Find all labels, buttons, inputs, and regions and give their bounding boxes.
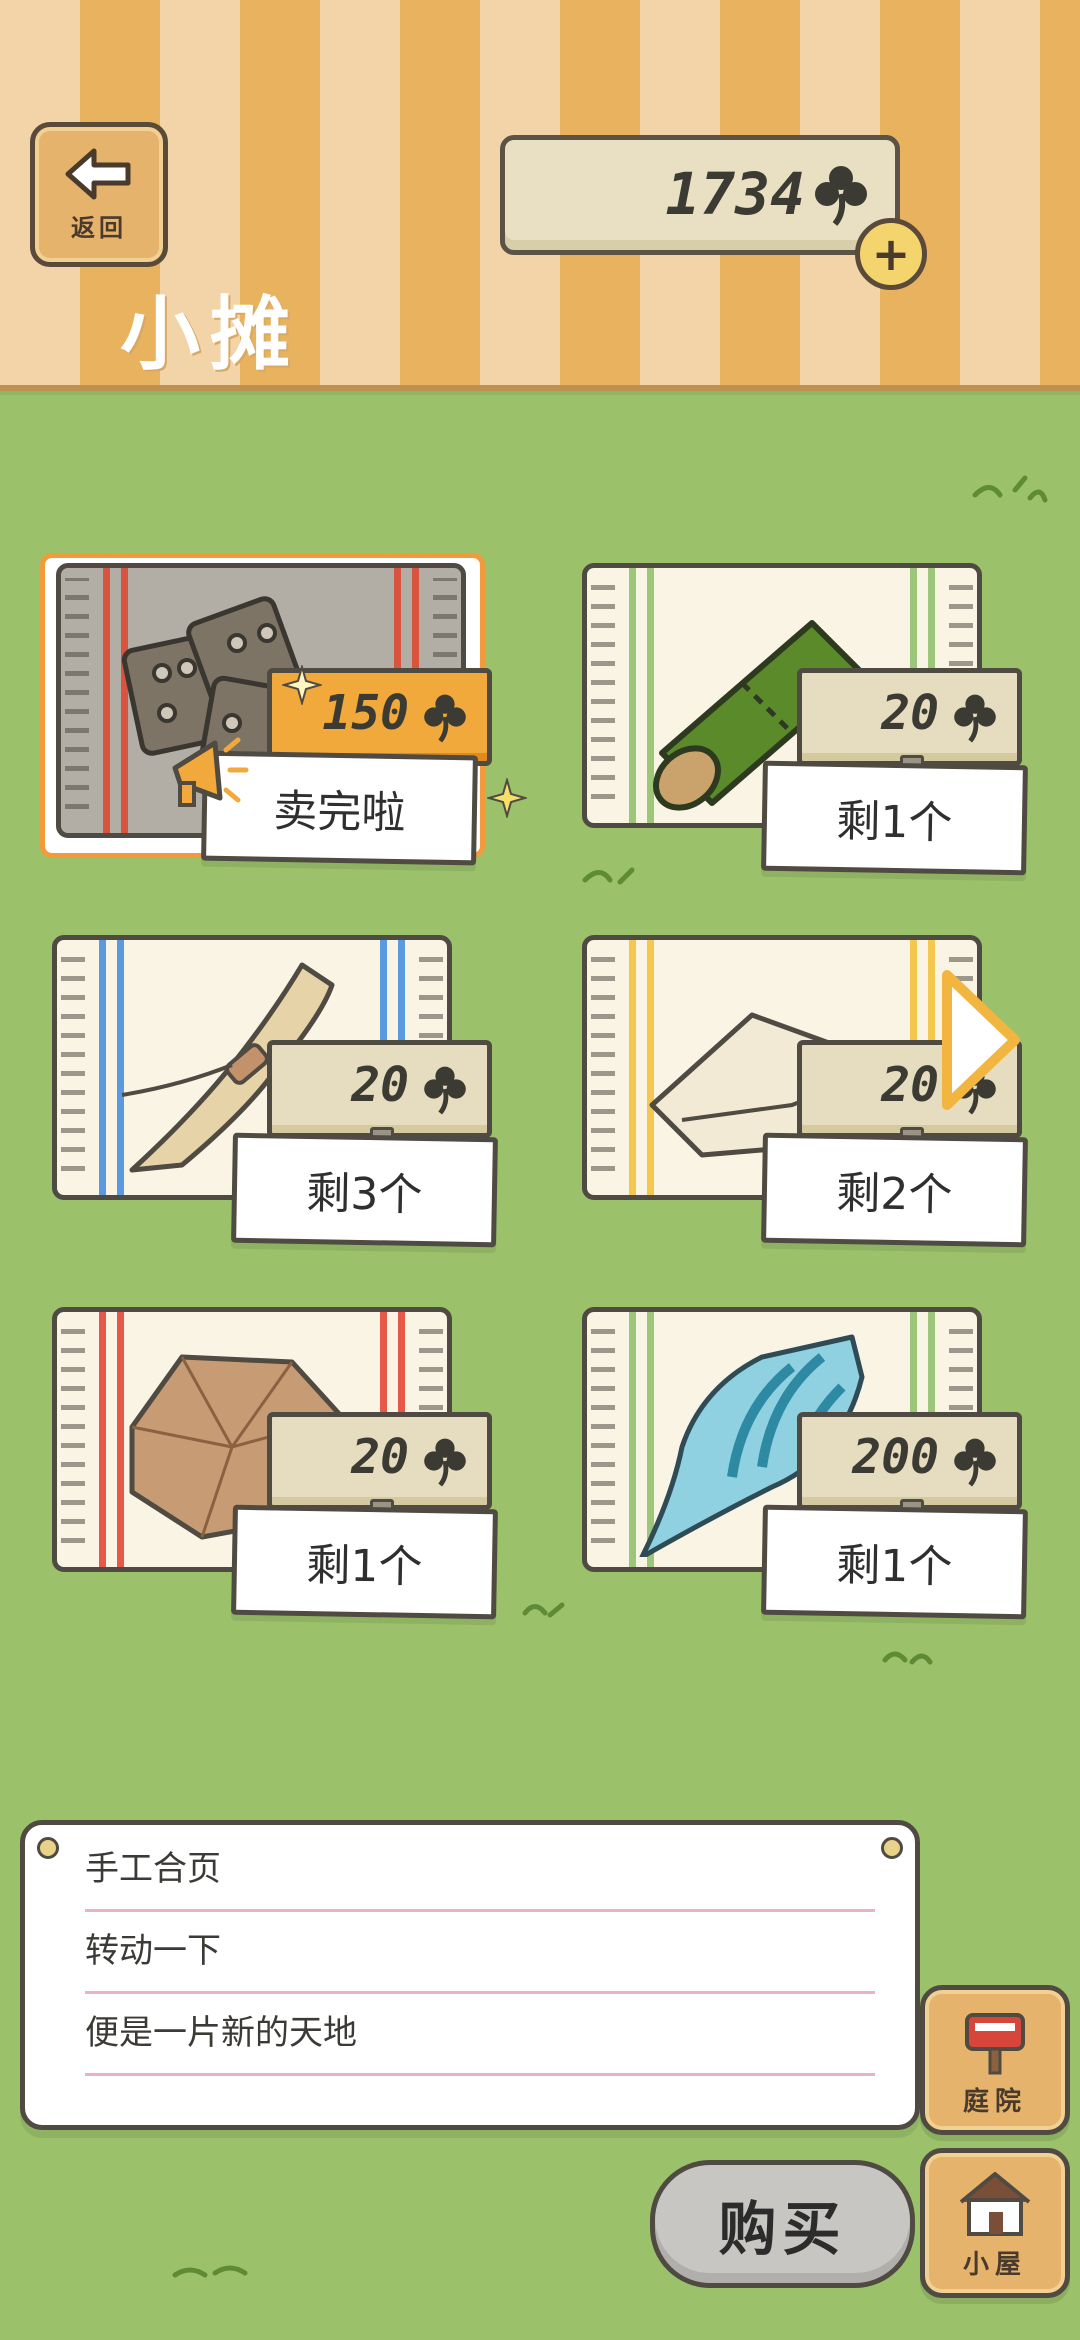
nail-icon: [881, 1837, 903, 1859]
grass-doodle: [882, 1651, 933, 1665]
add-clover-button[interactable]: +: [855, 218, 927, 290]
sparkle-icon: [487, 778, 527, 818]
clover-icon: [424, 694, 466, 743]
price-tag: 20: [267, 1412, 492, 1527]
stock-label: 剩1个: [231, 1504, 498, 1620]
plus-icon: +: [871, 227, 911, 281]
sparkle-icon: [282, 665, 322, 705]
clover-icon: [424, 1438, 466, 1487]
grass-doodle: [972, 475, 1048, 503]
price-tag: 200: [797, 1412, 1022, 1527]
clover-balance: 1734: [500, 135, 900, 255]
price-value: 20: [881, 1057, 939, 1113]
megaphone-icon: [172, 737, 249, 807]
house-button[interactable]: 小屋: [920, 2148, 1070, 2298]
item-card-hinge[interactable]: 150 卖完啦: [32, 553, 527, 883]
clover-icon: [424, 1066, 466, 1115]
price-value: 150: [322, 685, 409, 741]
price-value: 20: [351, 1429, 409, 1485]
price-value: 20: [881, 685, 939, 741]
item-card-bamboo[interactable]: 20 剩1个: [562, 553, 1028, 883]
price-tag: 20: [267, 1040, 492, 1155]
mailbox-icon: [965, 2013, 1025, 2075]
clover-icon: [954, 1438, 996, 1487]
clover-amount: 1734: [665, 160, 805, 228]
price-tag: 20: [797, 668, 1022, 783]
buy-button[interactable]: 购买: [650, 2160, 915, 2288]
stock-label: 剩2个: [761, 1132, 1028, 1248]
item-description-board: 手工合页 转动一下 便是一片新的天地: [20, 1820, 920, 2130]
item-description-line: 转动一下: [85, 1911, 875, 1994]
yard-label: 庭院: [962, 2087, 1027, 2117]
stock-label: 剩3个: [231, 1132, 498, 1248]
yard-button[interactable]: 庭院: [920, 1985, 1070, 2135]
header-bar: 返回 小摊 1734 +: [0, 0, 1080, 395]
back-button[interactable]: 返回: [30, 122, 168, 267]
item-card-straw[interactable]: 20 剩3个: [32, 925, 498, 1255]
clover-icon: [954, 694, 996, 743]
item-description-line: 便是一片新的天地: [85, 1993, 875, 2076]
item-card-conch[interactable]: 200 剩1个: [562, 1297, 1028, 1627]
stock-label: 剩1个: [761, 1504, 1028, 1620]
grass-doodle: [172, 2265, 248, 2278]
back-label: 返回: [71, 213, 127, 242]
price-value: 200: [852, 1429, 939, 1485]
page-title: 小摊: [120, 288, 300, 381]
next-page-arrow-icon[interactable]: [935, 965, 1025, 1115]
price-value: 20: [351, 1057, 409, 1113]
house-icon: [959, 2172, 1031, 2236]
item-card-paper-package[interactable]: 20 剩1个: [32, 1297, 498, 1627]
house-label: 小屋: [962, 2250, 1027, 2280]
item-name: 手工合页: [85, 1829, 875, 1912]
nail-icon: [37, 1837, 59, 1859]
back-arrow-icon: [65, 148, 131, 199]
clover-icon: [815, 166, 867, 226]
stock-label: 剩1个: [761, 760, 1028, 876]
